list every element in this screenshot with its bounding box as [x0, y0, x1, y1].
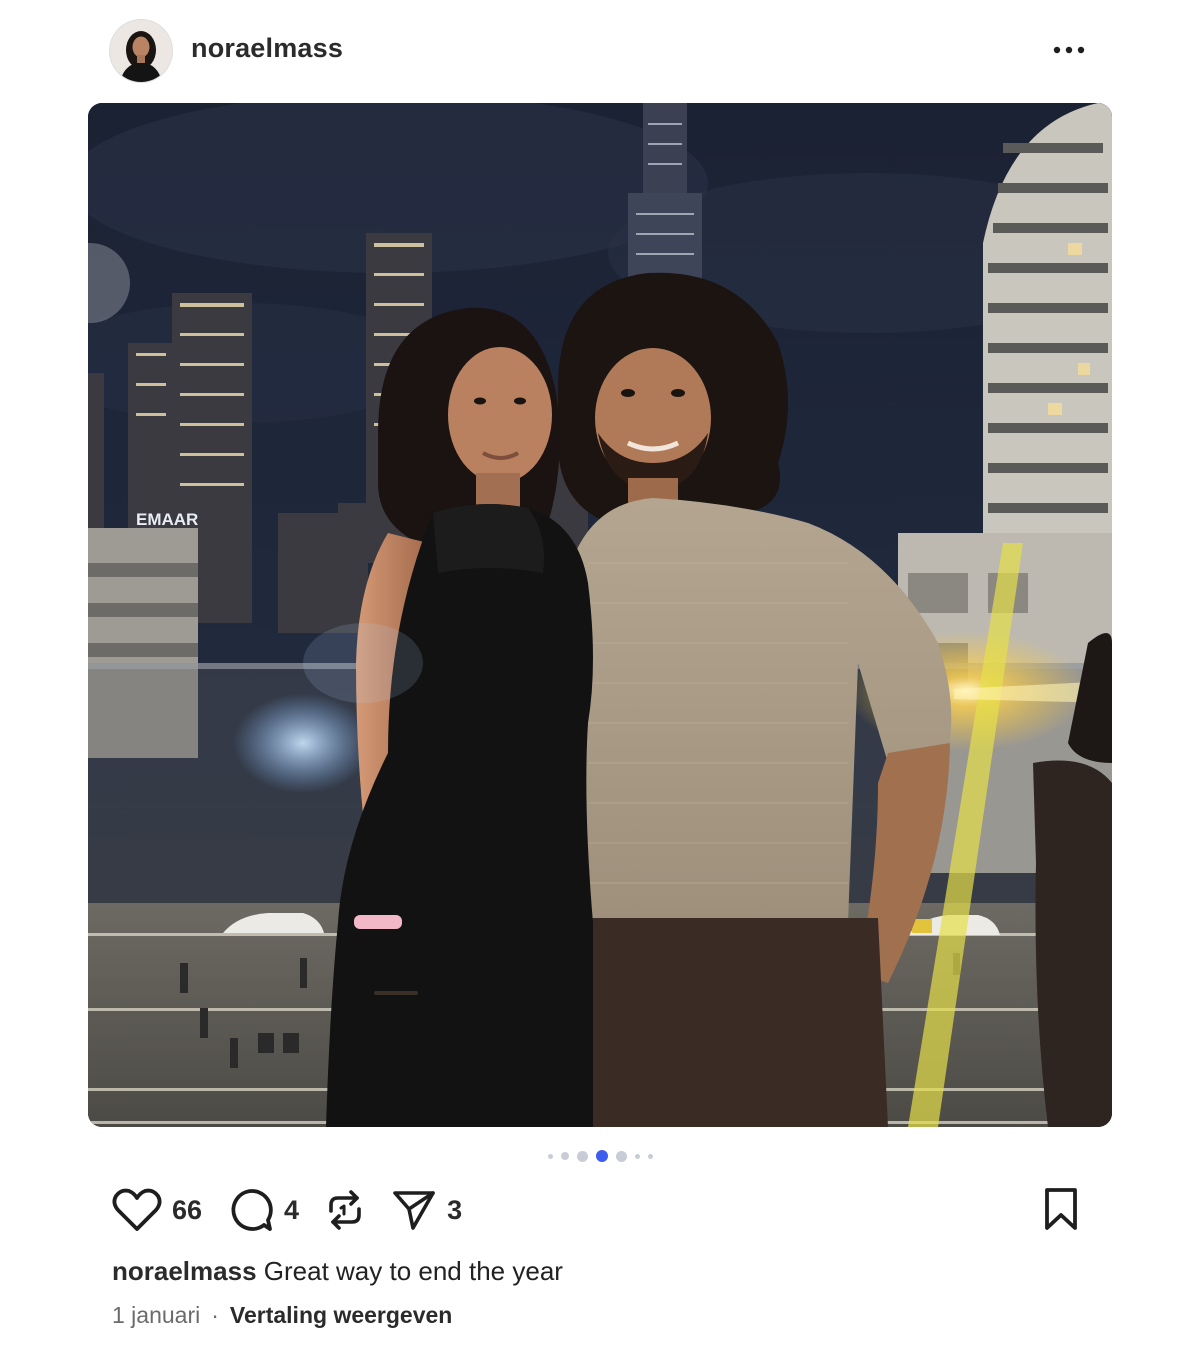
- carousel-dot[interactable]: [647, 1153, 653, 1159]
- heart-icon: [112, 1188, 162, 1231]
- meta-separator: ·: [211, 1302, 219, 1328]
- send-button[interactable]: 3: [391, 1187, 462, 1233]
- photo-image: EMAAR: [88, 103, 1112, 1127]
- comment-count: 4: [284, 1194, 300, 1225]
- carousel-dot[interactable]: [595, 1150, 608, 1162]
- carousel-dot[interactable]: [576, 1150, 588, 1162]
- avatar[interactable]: [110, 20, 172, 82]
- repost-icon: [329, 1190, 361, 1230]
- author-username[interactable]: noraelmass: [191, 33, 343, 64]
- share-count: 3: [447, 1194, 463, 1225]
- comment-button[interactable]: 4: [228, 1187, 299, 1233]
- translate-link[interactable]: Vertaling weergeven: [230, 1302, 452, 1329]
- avatar-image: [110, 20, 172, 82]
- bookmark-icon: [1045, 1188, 1077, 1230]
- more-options-button[interactable]: [1044, 32, 1094, 68]
- bookmark-button[interactable]: [1038, 1186, 1084, 1232]
- more-horizontal-icon: [1053, 46, 1085, 54]
- post-meta: 1 januari · Vertaling weergeven: [112, 1302, 452, 1329]
- carousel-dot[interactable]: [615, 1150, 627, 1162]
- post-caption: noraelmass Great way to end the year: [112, 1256, 563, 1287]
- post-photo[interactable]: EMAAR: [88, 103, 1112, 1127]
- post-date: 1 januari: [112, 1302, 201, 1328]
- emaar-sign: EMAAR: [136, 510, 198, 529]
- action-bar: 66 4 3: [112, 1184, 488, 1236]
- carousel-dot[interactable]: [560, 1152, 569, 1160]
- carousel-dots[interactable]: [0, 1148, 1200, 1164]
- carousel-dot[interactable]: [547, 1153, 553, 1159]
- send-icon: [393, 1191, 435, 1230]
- post-header: noraelmass: [0, 0, 1200, 100]
- repost-button[interactable]: [325, 1187, 365, 1233]
- carousel-dot[interactable]: [634, 1153, 640, 1159]
- like-button[interactable]: 66: [112, 1188, 202, 1232]
- caption-username[interactable]: noraelmass: [112, 1256, 257, 1286]
- caption-text: Great way to end the year: [263, 1256, 563, 1286]
- comment-icon: [231, 1189, 273, 1231]
- like-count: 66: [172, 1194, 203, 1225]
